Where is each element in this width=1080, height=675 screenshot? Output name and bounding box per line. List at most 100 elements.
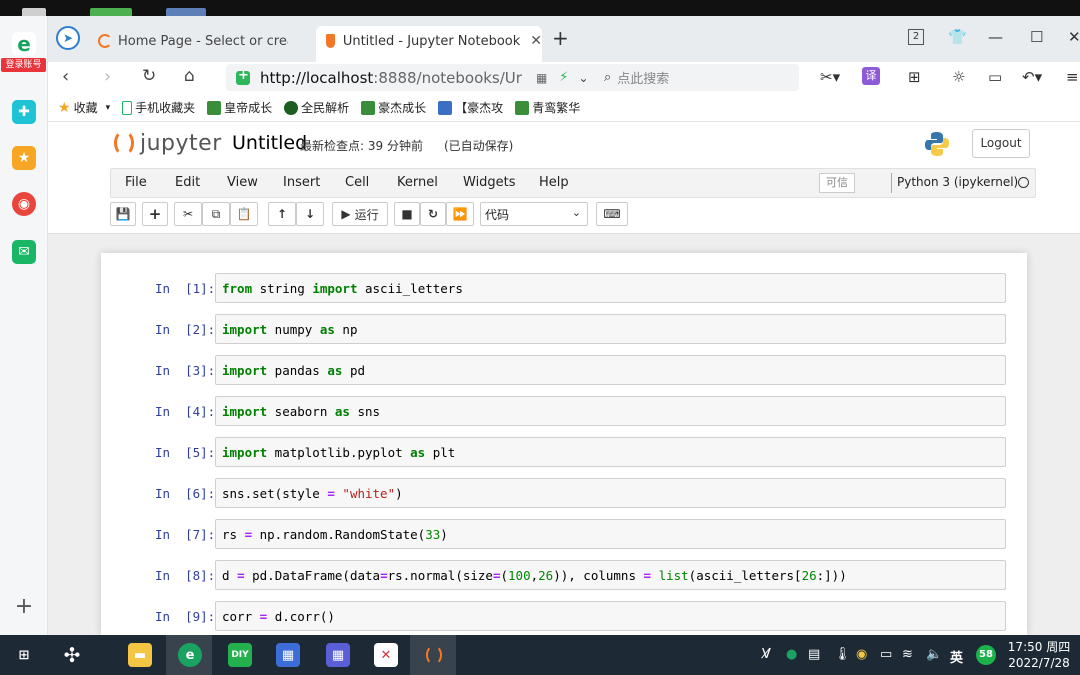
new-tab-icon[interactable]: + <box>552 26 569 50</box>
code-cell[interactable]: In [3]: import pandas as pd <box>101 355 1027 385</box>
undo-icon[interactable]: ↶▾ <box>1022 68 1042 86</box>
calendar-app-icon-2[interactable]: ▦ <box>326 643 350 667</box>
calendar-app-icon[interactable]: ▦ <box>276 643 300 667</box>
maximize-icon[interactable]: ☐ <box>1030 28 1043 46</box>
code-cell[interactable]: In [2]: import numpy as np <box>101 314 1027 344</box>
bookmark-item[interactable]: 【豪杰攻 <box>438 99 503 116</box>
cell-code[interactable]: import seaborn as sns <box>215 396 1006 426</box>
tray-wifi-icon[interactable]: ≋ <box>902 647 913 662</box>
add-icon[interactable]: + <box>12 594 36 619</box>
login-button[interactable]: 登录账号 <box>1 58 46 72</box>
tab-count-badge[interactable]: 2 <box>908 29 924 45</box>
kernel-name[interactable]: Python 3 (ipykernel) <box>897 175 1018 189</box>
url-bar[interactable]: http://localhost:8888/notebooks/Ur ▦ ⚡ ⌄ <box>226 64 624 91</box>
close-window-icon[interactable]: ✕ <box>1068 28 1080 46</box>
cell-code[interactable]: import numpy as np <box>215 314 1006 344</box>
cell-code[interactable]: from string import ascii_letters <box>215 273 1006 303</box>
file-explorer-icon[interactable]: ▬ <box>128 643 152 667</box>
battery-icon[interactable]: ▭ <box>988 68 1002 86</box>
jupyter-logo[interactable]: jupyter <box>114 130 222 156</box>
code-cell[interactable]: In [8]: d = pd.DataFrame(data=rs.normal(… <box>101 560 1027 590</box>
browser-logo-icon[interactable]: e <box>12 32 36 56</box>
bookmark-item[interactable]: 手机收藏夹 <box>122 99 195 116</box>
star-icon[interactable]: ★ <box>12 146 36 170</box>
lightning-icon[interactable]: ⚡ <box>559 70 568 85</box>
stop-icon[interactable]: ■ <box>394 202 420 226</box>
forward-icon[interactable]: › <box>104 66 111 87</box>
code-cell[interactable]: In [7]: rs = np.random.RandomState(33) <box>101 519 1027 549</box>
code-cell[interactable]: In [1]: from string import ascii_letters <box>101 273 1027 303</box>
cell-code[interactable]: corr = d.corr() <box>215 601 1006 631</box>
design-app-icon[interactable]: ✕ <box>374 643 398 667</box>
menu-kernel[interactable]: Kernel <box>397 175 438 190</box>
tab-home-page[interactable]: Home Page - Select or create <box>98 26 288 56</box>
menu-widgets[interactable]: Widgets <box>463 175 516 190</box>
health-icon[interactable]: ✚ <box>12 100 36 124</box>
diy-app-icon[interactable]: DIY <box>228 643 252 667</box>
home-icon[interactable]: ⌂ <box>184 66 195 86</box>
weibo-icon[interactable]: ◉ <box>12 192 36 216</box>
back-icon[interactable]: ‹ <box>62 66 69 87</box>
tray-browser-icon[interactable]: ● <box>786 647 797 662</box>
tray-volume-icon[interactable]: 🔈 <box>926 647 942 662</box>
translate-icon[interactable]: 译 <box>862 67 880 85</box>
minimize-icon[interactable]: — <box>988 28 1003 46</box>
logout-button[interactable]: Logout <box>972 129 1030 158</box>
task-view-icon[interactable]: ✣ <box>60 643 84 667</box>
chevron-down-icon[interactable]: ⌄ <box>578 71 588 85</box>
menu-view[interactable]: View <box>227 175 258 190</box>
bookmark-item[interactable]: 皇帝成长 <box>207 99 272 116</box>
save-icon[interactable]: 💾 <box>110 202 136 226</box>
jupyter-taskbar-icon[interactable] <box>422 643 446 667</box>
bookmark-item[interactable]: 青鸾繁华 <box>515 99 580 116</box>
code-cell[interactable]: In [9]: corr = d.corr() <box>101 601 1027 631</box>
search-input[interactable]: ⌕ 点此搜索 <box>596 64 799 91</box>
notification-badge[interactable]: 58 <box>976 645 996 665</box>
windows-start-icon[interactable]: ⊞ <box>12 643 36 667</box>
menu-insert[interactable]: Insert <box>283 175 320 190</box>
bookmark-favorites[interactable]: ★ 收藏 ▾ <box>58 99 110 116</box>
paste-icon[interactable]: 📋 <box>230 202 258 226</box>
code-cell[interactable]: In [4]: import seaborn as sns <box>101 396 1027 426</box>
cut-icon[interactable]: ✂ <box>174 202 202 226</box>
cell-code[interactable]: d = pd.DataFrame(data=rs.normal(size=(10… <box>215 560 1006 590</box>
shirt-icon[interactable]: 👕 <box>948 28 967 46</box>
system-clock[interactable]: 17:50 周四 2022/7/28 <box>1006 639 1072 671</box>
reload-icon[interactable]: ↻ <box>142 66 156 86</box>
tray-monitor-icon[interactable]: ▤ <box>808 647 820 662</box>
cell-code[interactable]: import pandas as pd <box>215 355 1006 385</box>
copy-icon[interactable]: ⧉ <box>202 202 230 226</box>
compass-icon[interactable]: ➤ <box>56 26 80 50</box>
mail-icon[interactable]: ✉ <box>12 240 36 264</box>
menu-help[interactable]: Help <box>539 175 569 190</box>
bookmark-item[interactable]: 豪杰成长 <box>361 99 426 116</box>
move-up-icon[interactable]: ↑ <box>268 202 296 226</box>
tray-battery-icon[interactable]: ▭ <box>880 647 892 662</box>
tray-thermo-icon[interactable]: 🌡 <box>834 647 851 662</box>
menu-icon[interactable]: ≡ <box>1066 68 1079 86</box>
tray-ime-icon[interactable]: 英 <box>950 647 963 666</box>
fast-forward-icon[interactable]: ⏩ <box>446 202 474 226</box>
cell-code[interactable]: rs = np.random.RandomState(33) <box>215 519 1006 549</box>
tray-v-icon[interactable]: V̸ <box>762 647 771 662</box>
move-down-icon[interactable]: ↓ <box>296 202 324 226</box>
apps-grid-icon[interactable]: ⊞ <box>908 68 921 86</box>
keyboard-icon[interactable]: ⌨ <box>596 202 628 226</box>
code-cell[interactable]: In [6]: sns.set(style = "white") <box>101 478 1027 508</box>
restart-icon[interactable]: ↻ <box>420 202 446 226</box>
cell-type-select[interactable]: 代码 ⌄ <box>480 202 588 226</box>
tray-shield-icon[interactable]: ◉ <box>856 647 867 662</box>
tab-jupyter-notebook[interactable]: Untitled - Jupyter Notebook ✕ <box>316 26 542 62</box>
close-tab-icon[interactable]: ✕ <box>530 33 542 49</box>
scissors-icon[interactable]: ✂▾ <box>820 68 840 86</box>
menu-edit[interactable]: Edit <box>175 175 200 190</box>
qr-icon[interactable]: ▦ <box>536 71 547 85</box>
brightness-icon[interactable]: ☼ <box>952 68 965 86</box>
bookmark-item[interactable]: 全民解析 <box>284 99 349 116</box>
code-cell[interactable]: In [5]: import matplotlib.pyplot as plt <box>101 437 1027 467</box>
cell-code[interactable]: import matplotlib.pyplot as plt <box>215 437 1006 467</box>
cell-code[interactable]: sns.set(style = "white") <box>215 478 1006 508</box>
trusted-button[interactable]: 可信 <box>819 173 855 193</box>
menu-file[interactable]: File <box>125 175 147 190</box>
insert-cell-icon[interactable]: + <box>142 202 168 226</box>
